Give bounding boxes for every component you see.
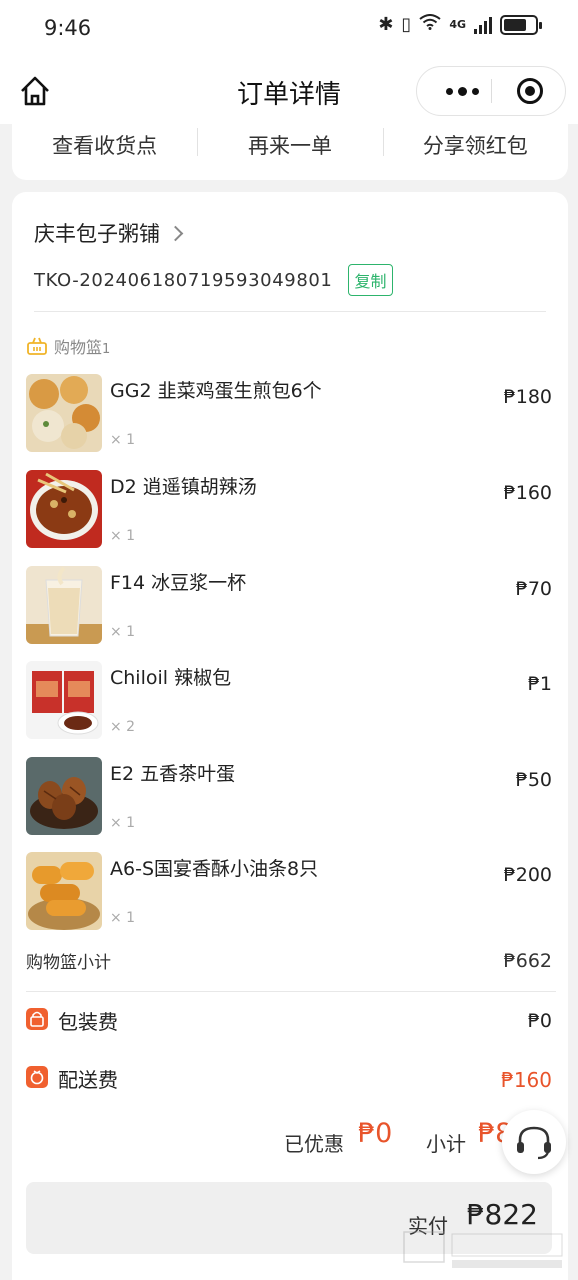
delivery-fee-value: ₱160 [501,1068,552,1092]
discount-label: 已优惠 [284,1132,344,1156]
item-price: ₱1 [527,673,552,695]
view-pickup-point-button[interactable]: 查看收货点 [12,124,197,180]
actions-card: 查看收货点 再来一单 分享领红包 [12,124,568,180]
network-type: 4G [449,18,466,31]
basket-subtotal-value: ₱662 [503,950,552,972]
watermark [400,1224,570,1274]
item-image [26,566,102,644]
item-name: F14 冰豆浆一杯 [110,572,247,594]
list-item: GG2 韭菜鸡蛋生煎包6个 × 1 ₱180 [26,374,556,454]
delivery-icon [26,1066,48,1088]
item-image [26,757,102,835]
item-quantity: × 1 [110,910,136,926]
wifi-icon [419,14,441,35]
bag-icon [26,1008,48,1030]
packaging-fee-label: 包装费 [58,1010,118,1034]
item-name: E2 五香茶叶蛋 [110,763,236,785]
item-price: ₱180 [503,386,552,408]
nav-bar: 订单详情 [0,58,578,124]
item-quantity: × 1 [110,624,136,640]
list-item: E2 五香茶叶蛋 × 1 ₱50 [26,757,556,837]
list-item: F14 冰豆浆一杯 × 1 ₱70 [26,566,556,646]
basket-label: 购物篮1 [54,338,111,357]
copy-button[interactable]: 复制 [348,264,393,296]
item-price: ₱50 [515,769,552,791]
capsule-divider [491,79,492,103]
divider [26,991,556,992]
item-price: ₱200 [503,864,552,886]
chevron-right-icon [167,225,184,241]
more-icon[interactable] [437,67,487,115]
list-item: Chiloil 辣椒包 × 2 ₱1 [26,661,556,741]
order-number-row: TKO-20240618071959304980​1 复制 [34,264,393,296]
signal-icon [474,16,492,34]
vibrate-icon: ▯ [401,14,412,35]
basket-subtotal-label: 购物篮小计 [26,953,111,973]
basket-subtotal-row: 购物篮小计 ₱662 [26,948,556,973]
shop-link[interactable]: 庆丰包子粥铺 [34,218,184,248]
item-name: GG2 韭菜鸡蛋生煎包6个 [110,380,322,402]
status-time: 9:46 [44,16,92,40]
list-item: A6-S国宴香酥小油条8只 × 1 ₱200 [26,852,556,932]
delivery-fee-label: 配送费 [58,1068,118,1092]
item-name: Chiloil 辣椒包 [110,667,232,689]
item-name: D2 逍遥镇胡辣汤 [110,476,257,498]
packaging-fee-row: 包装费 ₱0 [26,1006,556,1036]
packaging-fee-value: ₱0 [527,1010,552,1032]
basket-icon [26,336,48,356]
basket-header: 购物篮1 [26,334,110,358]
customer-service-button[interactable] [502,1110,566,1174]
item-image [26,852,102,930]
item-price: ₱160 [503,482,552,504]
close-target-icon[interactable] [517,78,543,104]
shop-name: 庆丰包子粥铺 [34,222,160,246]
order-number: TKO-20240618071959304980​1 [34,269,333,291]
mini-program-capsule [416,66,566,116]
item-image [26,374,102,452]
status-icons: ✱ ▯ 4G [378,14,542,35]
item-quantity: × 1 [110,815,136,831]
list-item: D2 逍遥镇胡辣汤 × 1 ₱160 [26,470,556,550]
delivery-fee-row: 配送费 ₱160 [26,1064,556,1094]
reorder-button[interactable]: 再来一单 [197,124,382,180]
item-quantity: × 2 [110,719,136,735]
item-image [26,661,102,739]
item-price: ₱70 [515,578,552,600]
item-quantity: × 1 [110,432,136,448]
battery-icon [500,14,542,35]
share-red-packet-button[interactable]: 分享领红包 [382,124,568,180]
item-quantity: × 1 [110,528,136,544]
subtotal-label: 小计 [426,1132,466,1156]
discount-value: ₱0 [358,1118,393,1149]
order-card: 庆丰包子粥铺 TKO-20240618071959304980​1 复制 购物篮… [12,192,568,1280]
headset-icon [517,1126,551,1160]
bluetooth-icon: ✱ [378,14,394,35]
divider [34,311,546,312]
summary-row: 已优惠 ₱0 小计 ₱822 [12,1118,568,1162]
item-name: A6-S国宴香酥小油条8只 [110,858,319,880]
item-image [26,470,102,548]
status-bar: 9:46 ✱ ▯ 4G [0,0,578,58]
